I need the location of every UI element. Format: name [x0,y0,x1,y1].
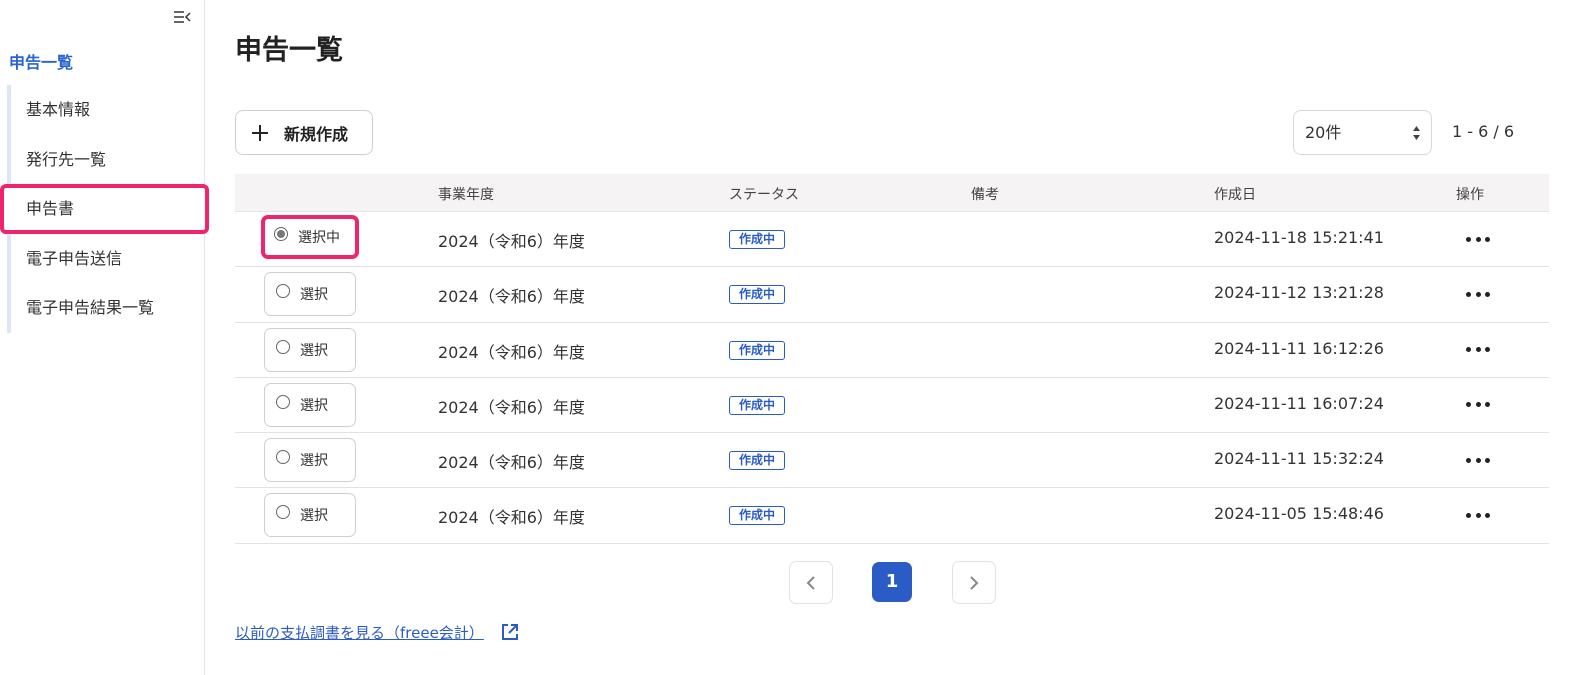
status-badge: 作成中 [729,230,786,249]
table-row: 選択 2024（令和6）年度 作成中 2024-11-11 16:12:26 [235,323,1549,378]
table-header: 事業年度 ステータス 備考 作成日 操作 [235,174,1549,212]
select-label: 選択中 [298,230,340,246]
cell-year: 2024（令和6）年度 [438,508,585,528]
header-note: 備考 [971,187,999,203]
new-create-button[interactable]: 新規作成 [235,110,373,155]
cell-year: 2024（令和6）年度 [438,342,585,362]
status-badge: 作成中 [729,451,786,471]
pagination-current-page[interactable]: 1 [872,562,912,602]
status-badge: 作成中 [729,506,786,526]
sidebar-title[interactable]: 申告一覧 [9,49,73,73]
table-row: 選択 2024（令和6）年度 作成中 2024-11-11 16:07:24 [235,378,1549,434]
table-row: 選択 2024（令和6）年度 作成中 2024-11-05 15:48:46 [235,488,1549,544]
sidebar: 申告一覧 基本情報 発行先一覧 申告書 電子申告送信 電子申告結果一覧 [0,0,209,675]
select-button[interactable]: 選択 [264,327,356,372]
table-row: 選択 2024（令和6）年度 作成中 2024-11-12 13:21:28 [235,267,1549,323]
cell-created: 2024-11-18 15:21:41 [1214,228,1384,247]
select-button[interactable]: 選択 [264,382,356,427]
status-badge: 作成中 [729,395,786,415]
more-horizontal-icon[interactable] [1466,510,1490,520]
new-create-label: 新規作成 [284,124,349,144]
select-label: 選択 [300,453,328,470]
cell-year: 2024（令和6）年度 [438,232,585,251]
table-row: 選択 2024（令和6）年度 作成中 2024-11-11 15:32:24 [235,433,1549,489]
collapse-sidebar-icon[interactable] [173,9,191,25]
chevron-right-icon [970,576,979,590]
radio-icon [276,450,290,465]
sidebar-item-basic-info[interactable]: 基本情報 [11,85,197,135]
radio-icon [276,284,290,299]
cell-created: 2024-11-11 16:12:26 [1214,338,1384,358]
select-button[interactable]: 選択 [264,493,356,538]
plus-icon [250,123,270,143]
radio-icon [276,394,290,409]
header-status: ステータス [729,187,799,203]
per-page-select[interactable]: 20件 [1293,110,1432,155]
select-button[interactable]: 選択 [264,272,356,317]
select-label: 選択 [300,397,328,414]
cell-year: 2024（令和6）年度 [438,397,585,417]
select-label: 選択 [300,287,328,304]
cell-year: 2024（令和6）年度 [438,453,585,473]
sidebar-item-declaration[interactable]: 申告書 [0,184,209,234]
cell-created: 2024-11-11 16:07:24 [1214,393,1384,413]
declaration-table: 事業年度 ステータス 備考 作成日 操作 選択中 2024（令和6）年度 作成中… [235,174,1549,544]
status-badge: 作成中 [729,285,786,305]
more-horizontal-icon[interactable] [1466,400,1490,410]
chevron-left-icon [806,576,815,590]
table-row: 選択中 2024（令和6）年度 作成中 2024-11-18 15:21:41 [235,212,1549,268]
more-horizontal-icon[interactable] [1466,234,1490,244]
radio-icon [276,339,290,354]
radio-icon [276,505,290,520]
select-label: 選択 [300,508,328,525]
external-link-icon[interactable] [500,622,520,642]
cell-year: 2024（令和6）年度 [438,287,585,307]
cell-created: 2024-11-11 15:32:24 [1214,449,1384,469]
more-horizontal-icon[interactable] [1466,345,1490,355]
header-actions: 操作 [1456,187,1484,203]
select-button[interactable]: 選択中 [261,215,359,259]
range-text: 1 - 6 / 6 [1452,122,1515,141]
select-label: 選択 [300,342,328,359]
select-button[interactable]: 選択 [264,438,356,483]
radio-icon [274,227,288,241]
sidebar-item-e-filing-send[interactable]: 電子申告送信 [11,234,197,284]
header-year: 事業年度 [438,187,494,203]
sidebar-item-e-filing-results[interactable]: 電子申告結果一覧 [11,283,197,333]
pagination-prev-button[interactable] [789,561,833,604]
cell-created: 2024-11-12 13:21:28 [1214,283,1384,303]
per-page-value: 20件 [1305,123,1342,142]
page-title: 申告一覧 [235,35,343,66]
more-horizontal-icon[interactable] [1466,289,1490,299]
pagination-next-button[interactable] [952,561,996,604]
more-horizontal-icon[interactable] [1466,455,1490,465]
status-badge: 作成中 [729,340,786,360]
cell-created: 2024-11-05 15:48:46 [1214,504,1384,524]
header-created: 作成日 [1214,187,1256,203]
sidebar-item-recipients[interactable]: 発行先一覧 [11,135,197,185]
select-arrows-icon [1413,126,1420,140]
sidebar-nav: 基本情報 発行先一覧 申告書 電子申告送信 電子申告結果一覧 [0,85,209,333]
previous-payment-statements-link[interactable]: 以前の支払調書を見る（freee会計） [235,622,484,643]
